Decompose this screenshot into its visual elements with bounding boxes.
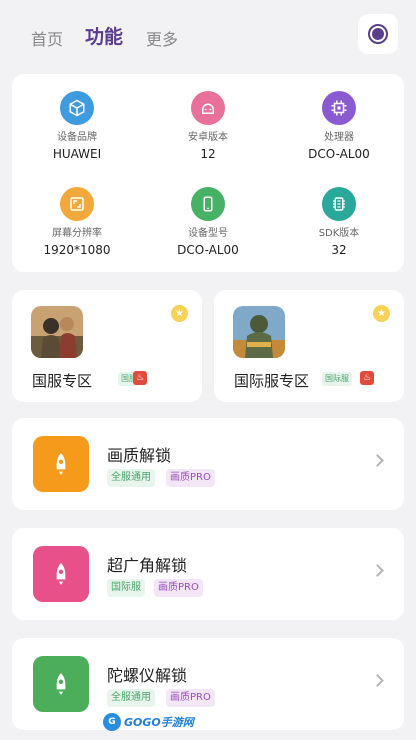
info-value: DCO-AL00 [308, 147, 370, 161]
game-card-cn[interactable]: ★ 国服专区 国服 ♨ [12, 290, 202, 402]
feature-gyroscope-unlock[interactable]: 陀螺仪解锁 全服通用 画质PRO [12, 638, 404, 730]
info-label: 设备型号 [188, 228, 228, 239]
theme-toggle-icon [368, 24, 388, 44]
phone-icon [191, 187, 225, 221]
feature-chip: 画质PRO [154, 579, 203, 597]
tab-functions[interactable]: 功能 [85, 22, 123, 49]
rocket-icon [33, 436, 89, 492]
android-icon [191, 91, 225, 125]
info-resolution: 屏幕分辨率 1920*1080 [12, 187, 142, 258]
info-label: 处理器 [324, 132, 354, 143]
info-android-version: 安卓版本 12 [143, 91, 273, 162]
feature-title: 超广角解锁 [107, 556, 188, 575]
info-device-model: 设备型号 DCO-AL00 [143, 187, 273, 258]
info-label: SDK版本 [318, 228, 360, 239]
watermark: G GOGO手游网 [103, 712, 194, 732]
tab-home[interactable]: 首页 [31, 26, 63, 50]
game-thumbnail [31, 306, 83, 358]
info-label: 安卓版本 [188, 132, 228, 143]
chevron-right-icon [371, 674, 384, 687]
tab-more[interactable]: 更多 [146, 26, 178, 50]
sdk-icon [322, 187, 356, 221]
device-info-card: 设备品牌 HUAWEI 安卓版本 12 处理器 DCO-AL00 屏幕分辨率 1… [12, 74, 404, 272]
feature-title: 画质解锁 [107, 446, 172, 465]
feature-chip: 国际服 [107, 579, 145, 597]
fire-icon: ♨ [133, 371, 147, 385]
feature-wide-angle-unlock[interactable]: 超广角解锁 国际服 画质PRO [12, 528, 404, 620]
game-tag: 国际服 [322, 372, 352, 386]
info-processor: 处理器 DCO-AL00 [274, 91, 404, 162]
watermark-text: GOGO手游网 [124, 716, 194, 729]
info-value: HUAWEI [52, 147, 102, 161]
info-device-brand: 设备品牌 HUAWEI [12, 91, 142, 162]
chevron-right-icon [371, 564, 384, 577]
info-value: 32 [331, 243, 347, 257]
watermark-logo-icon: G [103, 713, 121, 731]
star-icon: ★ [171, 305, 188, 322]
rocket-icon [33, 656, 89, 712]
feature-chip: 画质PRO [166, 469, 215, 487]
game-thumbnail [233, 306, 285, 358]
info-sdk-version: SDK版本 32 [274, 187, 404, 258]
game-title: 国际服专区 [234, 372, 310, 390]
screen-icon [60, 187, 94, 221]
info-value: 12 [200, 147, 216, 161]
feature-chip: 画质PRO [166, 689, 215, 707]
top-bar: 首页 功能 更多 [0, 0, 416, 70]
feature-quality-unlock[interactable]: 画质解锁 全服通用 画质PRO [12, 418, 404, 510]
chevron-right-icon [371, 454, 384, 467]
fire-icon: ♨ [360, 371, 374, 385]
info-value: DCO-AL00 [177, 243, 239, 257]
info-label: 屏幕分辨率 [52, 228, 102, 239]
cube-icon [60, 91, 94, 125]
feature-title: 陀螺仪解锁 [107, 666, 188, 685]
info-value: 1920*1080 [43, 243, 111, 257]
chip-icon [322, 91, 356, 125]
info-label: 设备品牌 [57, 132, 97, 143]
star-icon: ★ [373, 305, 390, 322]
theme-toggle-button[interactable] [358, 14, 398, 54]
rocket-icon [33, 546, 89, 602]
feature-chip: 全服通用 [107, 689, 155, 707]
feature-chip: 全服通用 [107, 469, 155, 487]
game-card-global[interactable]: ★ 国际服专区 国际服 ♨ [214, 290, 404, 402]
game-title: 国服专区 [32, 372, 93, 390]
